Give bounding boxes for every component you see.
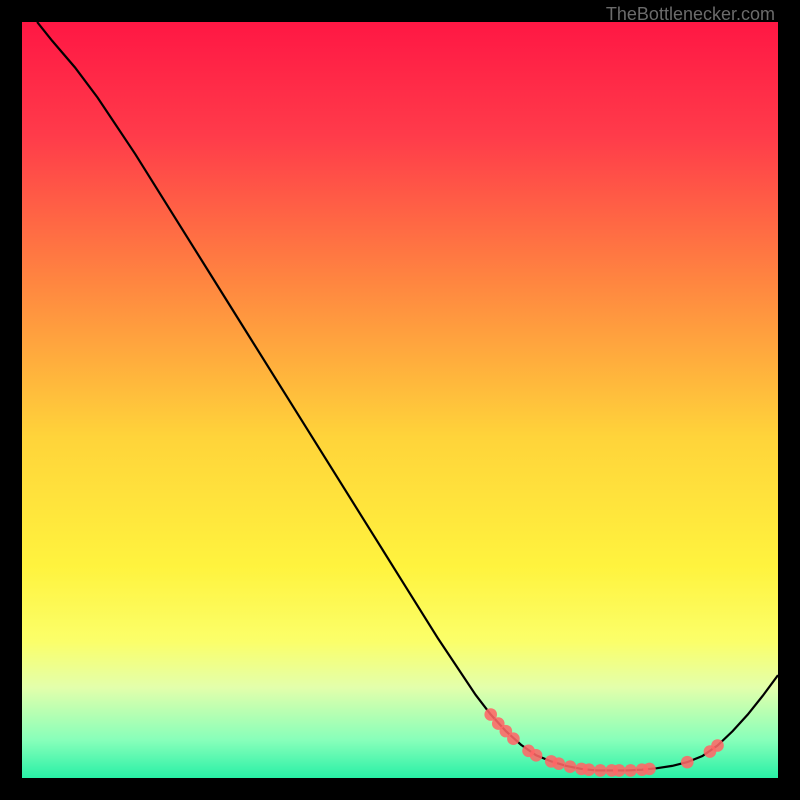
- highlight-dot: [594, 764, 607, 777]
- highlight-dot: [552, 757, 565, 770]
- highlight-dot: [681, 756, 694, 769]
- highlight-dot: [624, 764, 637, 777]
- highlight-dot: [530, 749, 543, 762]
- highlight-dot: [711, 739, 724, 752]
- gradient-background: [22, 22, 778, 778]
- highlight-dot: [507, 732, 520, 745]
- highlight-dot: [613, 764, 626, 777]
- highlight-dot: [643, 763, 656, 776]
- chart-svg: [22, 22, 778, 778]
- chart-container: TheBottlenecker.com: [0, 0, 800, 800]
- highlight-dot: [564, 760, 577, 773]
- highlight-dot: [583, 763, 596, 776]
